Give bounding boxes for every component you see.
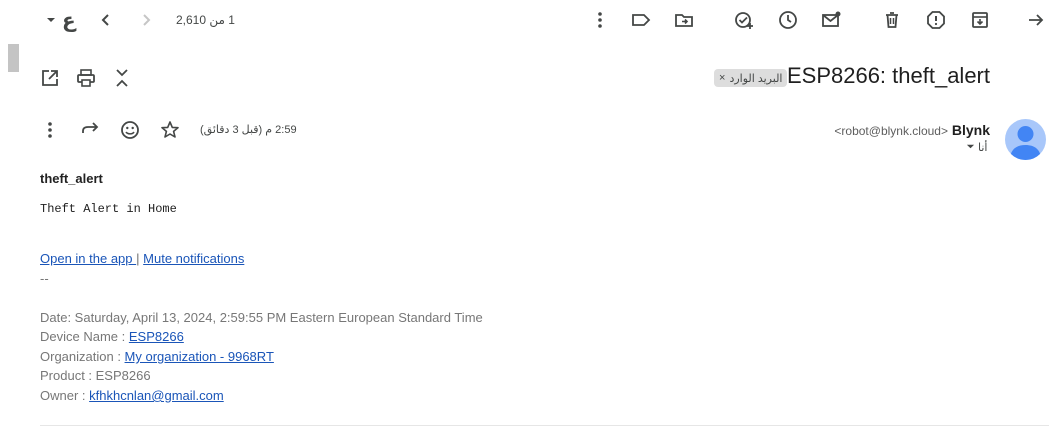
left-scrollbar[interactable]	[0, 0, 20, 447]
owner-email-link[interactable]: kfhkhcnlan@gmail.com	[89, 388, 224, 403]
body-title: theft_alert	[40, 171, 103, 186]
message-subject: ESP8266: theft_alert	[786, 63, 990, 88]
device-label: Device Name :	[40, 329, 129, 344]
device-link[interactable]: ESP8266	[129, 329, 184, 344]
message-time: 2:59 م (قبل 3 دقائق)	[200, 124, 297, 136]
owner-label: Owner :	[40, 388, 90, 403]
sender-avatar[interactable]	[1005, 119, 1046, 160]
add-reaction-icon[interactable]	[119, 119, 141, 141]
scrollbar-thumb[interactable]	[8, 44, 19, 72]
remove-label-icon[interactable]: ×	[719, 72, 725, 84]
report-spam-icon[interactable]	[925, 9, 947, 31]
open-in-app-link[interactable]: Open in the app	[40, 251, 136, 266]
snooze-icon[interactable]	[777, 9, 799, 31]
more-vert-icon[interactable]	[589, 9, 611, 31]
product-line: Product : ESP8266	[40, 368, 151, 383]
archive-icon[interactable]	[969, 9, 991, 31]
mark-unread-icon[interactable]	[820, 9, 842, 31]
dropdown-caret-icon[interactable]	[40, 9, 62, 31]
mute-notifications-link[interactable]: Mute notifications	[143, 251, 244, 266]
input-language-icon[interactable]: ع	[62, 8, 76, 32]
message-divider	[40, 425, 1049, 426]
date-line: Date: Saturday, April 13, 2024, 2:59:55 …	[40, 310, 483, 325]
collapse-all-icon[interactable]	[111, 67, 133, 89]
newer-icon[interactable]	[135, 9, 157, 31]
body-message: Theft Alert in Home	[40, 202, 177, 216]
reply-icon[interactable]	[79, 119, 101, 141]
back-to-inbox-icon[interactable]	[1025, 9, 1047, 31]
delete-icon[interactable]	[881, 9, 903, 31]
person-icon	[1010, 126, 1041, 160]
star-icon[interactable]	[159, 119, 181, 141]
recipients-toggle[interactable]: أنا	[966, 141, 987, 154]
inbox-label-chip[interactable]: البريد الوارد ×	[714, 69, 788, 87]
inbox-label-text: البريد الوارد	[729, 72, 783, 85]
recipient-label: أنا	[978, 142, 988, 154]
link-separator: |	[136, 251, 140, 266]
owner-line: Owner : kfhkhcnlan@gmail.com	[40, 388, 224, 403]
open-in-new-window-icon[interactable]	[39, 67, 61, 89]
sender-name[interactable]: Blynk	[952, 122, 990, 138]
add-to-tasks-icon[interactable]	[733, 9, 755, 31]
action-links: Open in the app | Mute notifications	[40, 251, 244, 266]
device-line: Device Name : ESP8266	[40, 329, 184, 344]
sender-email[interactable]: <robot@blynk.cloud>	[834, 124, 948, 138]
organization-link[interactable]: My organization - 9968RT	[125, 349, 274, 364]
organization-line: Organization : My organization - 9968RT	[40, 349, 274, 364]
recipients-caret-icon	[966, 142, 975, 154]
print-icon[interactable]	[75, 67, 97, 89]
move-to-icon[interactable]	[673, 9, 695, 31]
label-icon[interactable]	[630, 9, 652, 31]
older-icon[interactable]	[95, 9, 117, 31]
pager-count: 1 من 2,610	[176, 13, 235, 27]
organization-label: Organization :	[40, 349, 125, 364]
message-more-icon[interactable]	[39, 119, 61, 141]
signature-separator: --	[40, 271, 49, 286]
